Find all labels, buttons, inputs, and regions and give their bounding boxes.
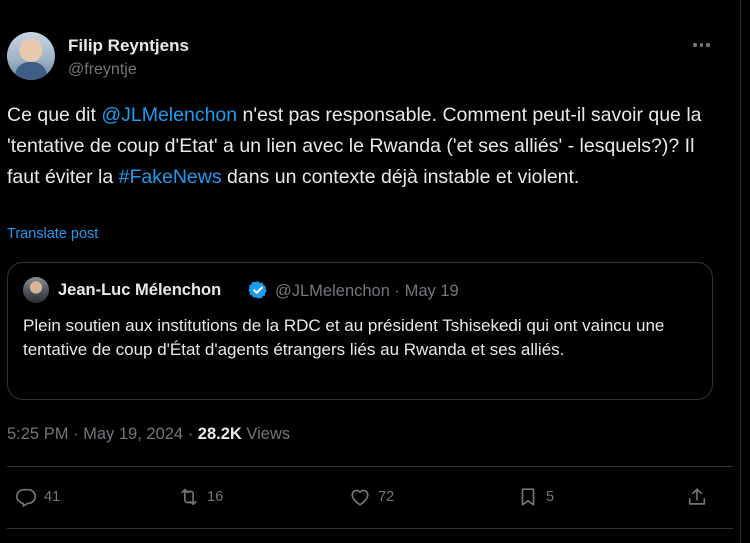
meta-separator: · <box>183 425 198 443</box>
heart-icon <box>351 489 369 506</box>
verified-badge-icon <box>248 281 267 299</box>
reply-count: 41 <box>44 489 61 505</box>
repost-count: 16 <box>207 489 224 505</box>
column-border <box>740 0 741 543</box>
like-button[interactable]: 72 <box>349 485 394 509</box>
more-horizontal-icon[interactable] <box>693 37 713 53</box>
repost-button[interactable]: 16 <box>178 485 223 509</box>
quote-date: May 19 <box>404 282 459 300</box>
mention-link[interactable]: @JLMelenchon <box>101 104 237 126</box>
meta-separator: · <box>68 425 84 443</box>
views-label: Views <box>241 425 291 443</box>
quote-handle-date: @JLMelenchon · May 19 <box>275 282 459 301</box>
hashtag-link[interactable]: #FakeNews <box>119 166 222 188</box>
reply-icon <box>16 488 36 507</box>
translate-post-link[interactable]: Translate post <box>7 226 98 242</box>
author-handle[interactable]: @freyntje <box>68 61 137 79</box>
post-text-part: Ce que dit <box>7 104 102 126</box>
quote-separator: · <box>389 282 405 300</box>
reply-button[interactable]: 41 <box>15 485 60 509</box>
quote-author-avatar <box>23 277 49 303</box>
bookmark-icon <box>521 488 535 506</box>
repost-icon <box>181 488 197 506</box>
views-count: 28.2K <box>197 425 242 443</box>
author-display-name[interactable]: Filip Reyntjens <box>68 36 189 56</box>
post-time[interactable]: 5:25 PM <box>7 425 68 443</box>
divider <box>7 528 733 529</box>
post-date[interactable]: May 19, 2024 <box>83 425 183 443</box>
author-avatar[interactable] <box>7 32 55 80</box>
post-meta: 5:25 PM · May 19, 2024 · 28.2K Views <box>7 425 290 444</box>
quote-text: Plein soutien aux institutions de la RDC… <box>23 316 665 359</box>
post-text: Ce que dit @JLMelenchon n'est pas respon… <box>7 100 727 193</box>
quote-author-name: Jean-Luc Mélenchon <box>58 281 222 299</box>
share-icon <box>688 488 706 505</box>
quoted-post[interactable]: Jean-Luc Mélenchon @JLMelenchon · May 19… <box>7 262 713 400</box>
bookmark-button[interactable]: 5 <box>517 485 554 509</box>
divider <box>7 466 733 467</box>
quote-author-handle: @JLMelenchon <box>275 282 390 300</box>
like-count: 72 <box>378 489 395 505</box>
post-text-part: dans un contexte déjà instable et violen… <box>221 166 580 188</box>
bookmark-count: 5 <box>546 489 555 505</box>
share-button[interactable] <box>686 485 708 509</box>
